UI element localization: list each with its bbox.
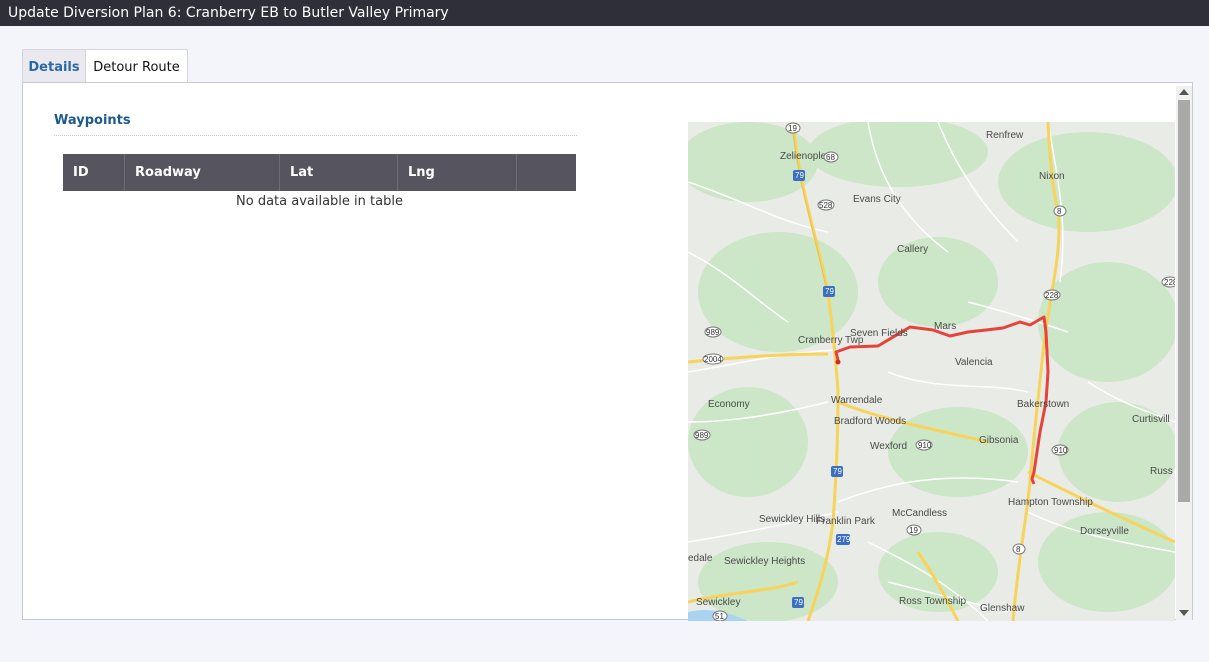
town-label: Callery (897, 244, 928, 255)
town-label: Wexford (870, 441, 907, 452)
column-header-roadway[interactable]: Roadway (125, 154, 280, 191)
tab-detour-route[interactable]: Detour Route (85, 49, 188, 84)
town-label: Sewickley Heights (724, 556, 805, 567)
town-label: Mars (934, 321, 956, 332)
town-label: Economy (708, 399, 750, 410)
route-shield: 528 (819, 201, 833, 210)
panel-scrollbar[interactable] (1176, 86, 1192, 620)
route-shield: 989 (695, 431, 709, 440)
town-label: Russ (1150, 466, 1173, 477)
empty-table-message: No data available in table (236, 194, 403, 209)
route-shield: 8 (1016, 545, 1021, 554)
column-header-lng[interactable]: Lng (398, 154, 517, 191)
route-shield: 228 (1045, 291, 1059, 300)
route-shield: 228 (1164, 278, 1175, 287)
scroll-up-arrow-icon[interactable] (1179, 89, 1189, 95)
detour-route-panel: Waypoints ID Roadway Lat Lng No data ava… (22, 82, 1193, 621)
town-label: Bakerstown (1017, 399, 1069, 410)
route-shield: 79 (795, 171, 804, 180)
town-label: Glenshaw (980, 603, 1025, 614)
route-shield: 19 (788, 124, 797, 133)
route-shield: 2004 (704, 355, 722, 364)
town-label: Valencia (955, 357, 993, 368)
route-shield: 68 (826, 153, 835, 162)
route-shield: 279 (837, 535, 851, 544)
route-shield: 910 (918, 441, 932, 450)
route-shield: 79 (825, 287, 834, 296)
column-header-actions (517, 154, 576, 191)
town-label: Hampton Township (1008, 497, 1093, 508)
route-shield: 79 (833, 467, 842, 476)
route-shield: 19 (909, 526, 918, 535)
town-label: Sewickley (696, 597, 740, 608)
town-label: Gibsonia (979, 435, 1019, 446)
heading-divider (54, 135, 577, 136)
town-label: Renfrew (986, 130, 1024, 141)
town-label: Dorseyville (1080, 526, 1129, 537)
route-shield: 910 (1054, 446, 1068, 455)
route-shield: 79 (794, 598, 803, 607)
town-label: McCandless (892, 508, 947, 519)
tab-details[interactable]: Details (22, 49, 86, 83)
waypoints-heading: Waypoints (54, 113, 131, 128)
scrollbar-thumb[interactable] (1178, 100, 1190, 502)
town-label: Evans City (853, 194, 901, 205)
town-label: Cranberry Twp (798, 335, 864, 346)
route-shield: 51 (715, 612, 724, 621)
window-title: Update Diversion Plan 6: Cranberry EB to… (0, 0, 1209, 26)
column-header-id[interactable]: ID (63, 154, 125, 191)
town-label: Nixon (1039, 171, 1065, 182)
town-label: Zelienople (780, 151, 827, 162)
town-label: Warrendale (831, 395, 883, 406)
scroll-down-arrow-icon[interactable] (1179, 610, 1189, 616)
waypoints-table: ID Roadway Lat Lng No data available in … (63, 154, 576, 597)
route-shield: 989 (706, 328, 720, 337)
column-header-lat[interactable]: Lat (280, 154, 398, 191)
route-shield: 8 (1057, 207, 1062, 216)
map-canvas[interactable]: Renfrew Zelienople Nixon Evans City Call… (688, 122, 1175, 621)
town-label: Ross Township (899, 596, 967, 607)
table-header: ID Roadway Lat Lng (63, 154, 576, 191)
town-label: edale (688, 553, 713, 564)
route-map[interactable]: Renfrew Zelienople Nixon Evans City Call… (688, 119, 1175, 621)
town-label: Franklin Park (816, 516, 876, 527)
town-label: Bradford Woods (834, 416, 906, 427)
town-label: Curtisvill (1132, 414, 1170, 425)
